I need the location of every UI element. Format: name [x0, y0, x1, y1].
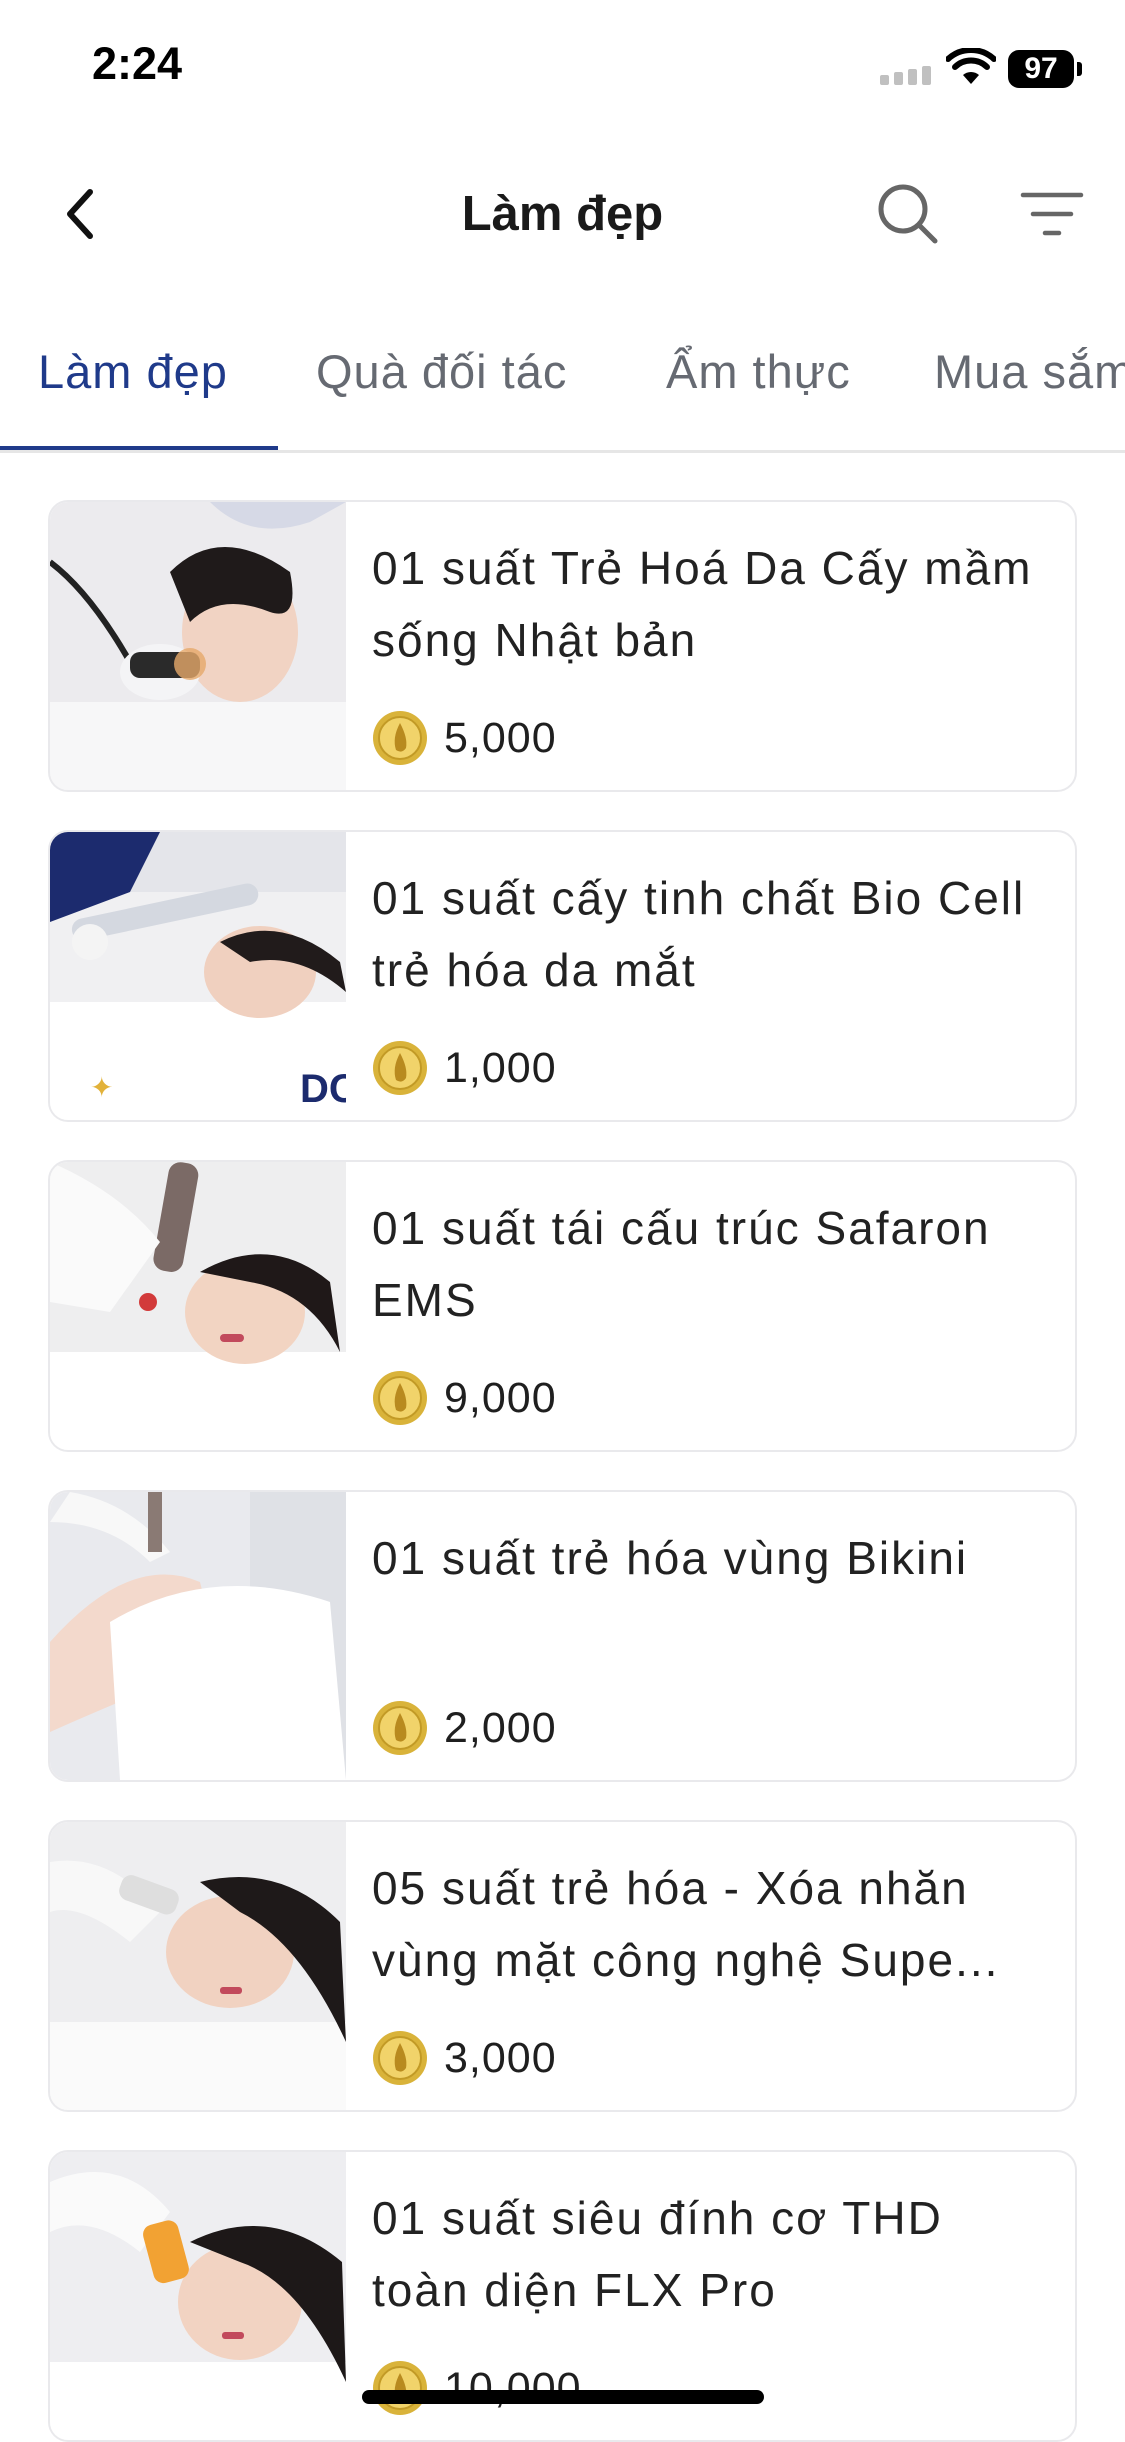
page-title: Làm đẹp — [461, 187, 664, 241]
battery-nub — [1077, 62, 1082, 76]
category-tabs: Làm đẹp Quà đối tác Ẩm thực Mua sắm — [0, 330, 1125, 453]
price-row: 1,000 — [372, 1040, 557, 1096]
status-time: 2:24 — [92, 38, 183, 89]
coin-icon — [373, 1371, 427, 1425]
product-title: 01 suất trẻ hóa vùng Bikini — [372, 1532, 969, 1584]
product-card[interactable]: 01 suất trẻ hóa vùng Bikini 2,000 — [48, 1490, 1077, 1782]
product-price: 3,000 — [444, 2033, 557, 2082]
price-row: 9,000 — [372, 1370, 557, 1426]
search-button[interactable] — [868, 174, 948, 254]
svg-text:DC: DC — [300, 1067, 346, 1111]
status-bar: 2:24 97 — [0, 0, 1125, 132]
product-card[interactable]: 05 suất trẻ hóa - Xóa nhăn vùng mặt công… — [48, 1820, 1077, 2112]
coin-icon — [373, 2361, 427, 2415]
tab-lam-dep[interactable]: Làm đẹp — [38, 344, 228, 399]
product-title: 01 suất siêu đính cơ THD toàn diện FLX P… — [372, 2192, 943, 2316]
product-image — [50, 502, 346, 790]
price-row: 10,000 — [372, 2360, 582, 2416]
signal-icon — [880, 66, 931, 85]
tab-qua-doi-tac[interactable]: Quà đối tác — [316, 344, 567, 399]
product-image — [50, 2152, 346, 2440]
tab-active-indicator — [0, 446, 278, 450]
coin-icon — [373, 1041, 427, 1095]
product-card[interactable]: ✦ DC 01 suất cấy tinh chất Bio Cell trẻ … — [48, 830, 1077, 1122]
product-card[interactable]: 01 suất tái cấu trúc Safaron EMS 9,000 — [48, 1160, 1077, 1452]
price-row: 3,000 — [372, 2030, 557, 2086]
search-icon — [878, 184, 938, 244]
product-price: 1,000 — [444, 1043, 557, 1092]
coin-icon — [373, 2031, 427, 2085]
tab-mua-sam[interactable]: Mua sắm — [934, 344, 1125, 399]
product-card[interactable]: 01 suất Trẻ Hoá Da Cấy mầm sống Nhật bản… — [48, 500, 1077, 792]
header: Làm đẹp — [0, 160, 1125, 270]
product-image — [50, 1162, 346, 1450]
filter-button[interactable] — [1012, 174, 1092, 254]
tab-am-thuc[interactable]: Ẩm thực — [666, 344, 851, 399]
product-title: 01 suất Trẻ Hoá Da Cấy mầm sống Nhật bản — [372, 542, 1033, 666]
product-price: 2,000 — [444, 1703, 557, 1752]
product-price: 5,000 — [444, 713, 557, 762]
price-row: 2,000 — [372, 1700, 557, 1756]
product-image — [50, 1822, 346, 2110]
product-title: 01 suất cấy tinh chất Bio Cell trẻ hóa d… — [372, 872, 1026, 996]
product-title: 05 suất trẻ hóa - Xóa nhăn vùng mặt công… — [372, 1862, 1000, 1986]
filter-icon — [1020, 192, 1084, 236]
home-indicator[interactable] — [362, 2390, 764, 2404]
product-price: 10,000 — [444, 2363, 582, 2412]
product-image — [50, 1492, 346, 1780]
coin-icon — [373, 1701, 427, 1755]
coin-icon — [373, 711, 427, 765]
wifi-icon — [946, 48, 996, 84]
svg-text:✦: ✦ — [90, 1071, 113, 1104]
price-row: 5,000 — [372, 710, 557, 766]
product-price: 9,000 — [444, 1373, 557, 1422]
battery-indicator: 97 — [1008, 50, 1074, 88]
product-image: ✦ DC — [50, 832, 346, 1120]
product-title: 01 suất tái cấu trúc Safaron EMS — [372, 1202, 991, 1326]
